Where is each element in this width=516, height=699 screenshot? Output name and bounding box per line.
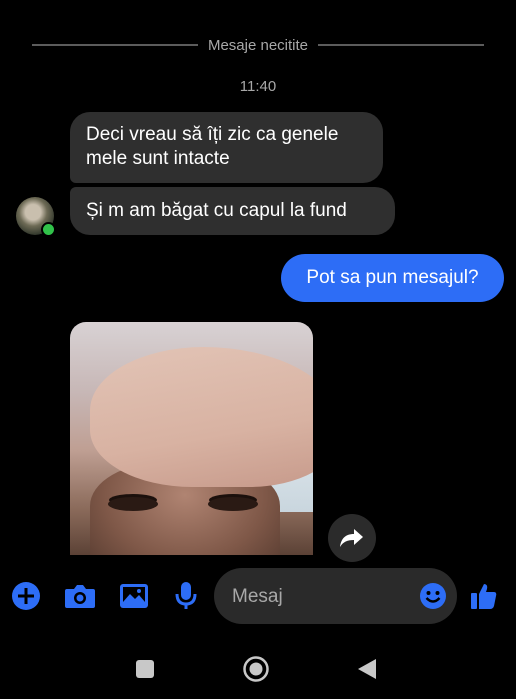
system-navigation-bar <box>0 638 516 698</box>
camera-icon <box>65 585 95 608</box>
camera-button[interactable] <box>64 580 96 612</box>
emoji-icon[interactable] <box>419 582 447 610</box>
nav-back-button[interactable] <box>352 654 382 684</box>
online-status-dot <box>41 222 56 237</box>
nav-home-icon <box>243 656 269 682</box>
plus-icon <box>12 582 40 610</box>
add-button[interactable] <box>10 580 42 612</box>
photo-eye-left <box>108 497 158 511</box>
message-composer <box>0 568 516 626</box>
divider-line-right <box>318 44 484 46</box>
photo-hand <box>90 347 313 487</box>
share-button[interactable] <box>328 514 376 562</box>
nav-recents-button[interactable] <box>130 654 160 684</box>
voice-button[interactable] <box>170 580 202 612</box>
photo-eye-right <box>208 497 258 511</box>
nav-home-button[interactable] <box>241 654 271 684</box>
unread-label: Mesaje necitite <box>207 36 309 54</box>
chat-screen: Mesaje necitite 11:40 Deci vreau să îți … <box>0 0 516 699</box>
share-icon <box>340 529 363 547</box>
outgoing-message-bubble[interactable]: Pot sa pun mesajul? <box>281 254 504 302</box>
incoming-message-bubble[interactable]: Deci vreau să îți zic ca genele mele sun… <box>70 112 383 183</box>
contact-avatar[interactable] <box>16 197 56 237</box>
image-icon <box>120 584 148 608</box>
microphone-icon <box>175 582 197 609</box>
divider-line-left <box>32 44 198 46</box>
nav-back-icon <box>358 659 376 679</box>
unread-divider: Mesaje necitite <box>32 32 484 58</box>
message-input-container[interactable] <box>214 568 457 626</box>
photo-message[interactable] <box>70 322 313 555</box>
message-timestamp: 11:40 <box>239 78 277 95</box>
message-input[interactable] <box>230 568 414 626</box>
thumbs-up-icon <box>471 584 497 609</box>
nav-recents-icon <box>136 660 154 678</box>
gallery-button[interactable] <box>118 580 150 612</box>
incoming-message-bubble[interactable]: Și m am băgat cu capul la fund <box>70 187 395 235</box>
like-button[interactable] <box>468 580 500 612</box>
